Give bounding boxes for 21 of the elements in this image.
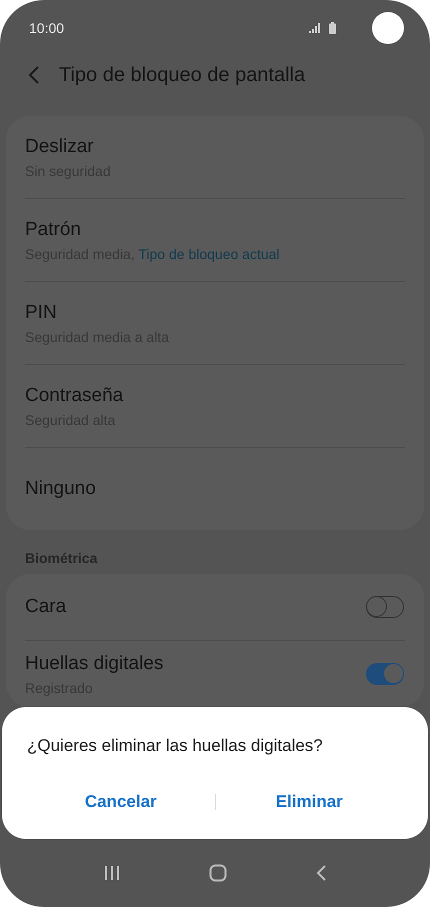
page-title: Tipo de bloqueo de pantalla [59, 64, 306, 87]
toggle-switch[interactable] [366, 663, 404, 686]
camera-cutout [372, 12, 404, 44]
lock-type-title[interactable]: Ninguno [25, 478, 405, 500]
biometric-title: Cara [25, 596, 68, 618]
recent-apps-icon[interactable] [104, 865, 120, 882]
lock-type-title[interactable]: PIN [25, 302, 405, 324]
lock-type-title[interactable]: Deslizar [25, 136, 405, 158]
signal-icon [309, 22, 321, 33]
status-time: 10:00 [29, 20, 66, 36]
battery-icon [329, 22, 336, 34]
toggle-switch[interactable] [366, 596, 404, 618]
lock-type-title[interactable]: Contraseña [25, 384, 405, 407]
home-icon[interactable] [208, 864, 227, 882]
back-icon[interactable] [28, 66, 40, 84]
biometric-title: Huellas digitales [25, 652, 164, 675]
back-icon[interactable] [316, 865, 326, 882]
dialog-button[interactable]: Cancelar [27, 786, 214, 818]
lock-type-title[interactable]: Patrón [25, 218, 405, 241]
dialog-button[interactable]: Eliminar [216, 786, 403, 818]
dialog-message: ¿Quieres eliminar las huellas digitales? [27, 736, 324, 756]
